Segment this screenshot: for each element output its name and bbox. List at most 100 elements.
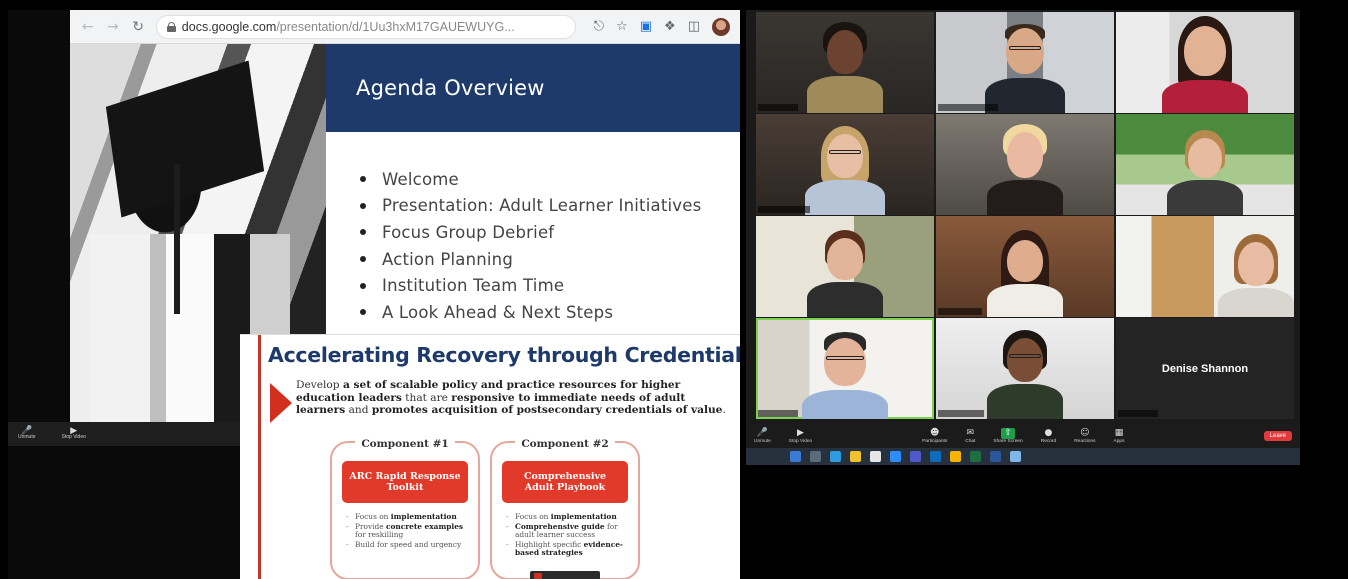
component-points: Focus on implementation Provide concrete…: [346, 512, 474, 550]
participant-tile[interactable]: [936, 216, 1114, 317]
participant-video: [975, 330, 1075, 419]
file-explorer-icon[interactable]: [850, 451, 861, 462]
chrome-icon[interactable]: [950, 451, 961, 462]
participants-label: Participants: [922, 438, 948, 444]
participant-tile[interactable]: [1116, 216, 1294, 317]
profile-avatar[interactable]: [712, 17, 730, 36]
agenda-item-text: Action Planning: [382, 249, 513, 269]
stop-video-label: Stop Video: [788, 438, 813, 444]
agenda-item-text: Presentation: Adult Learner Initiatives: [382, 196, 702, 216]
chat-button[interactable]: ✉ Chat: [965, 428, 975, 445]
glasses: [829, 150, 861, 154]
excel-icon[interactable]: [970, 451, 981, 462]
apps-button[interactable]: ▦ Apps: [1114, 428, 1125, 445]
puzzle-icon[interactable]: ❖: [664, 19, 676, 34]
microphone-icon: 🎤: [756, 427, 768, 438]
component-point: Provide concrete examples for reskilling: [346, 522, 474, 540]
share-screen-icon: ⇧: [1001, 427, 1015, 439]
forward-arrow-icon[interactable]: →: [105, 19, 120, 35]
graduation-cap: [105, 60, 265, 218]
browser-toolbar-icons: ⎋ ☆ ▣ ❖ ◫: [594, 17, 730, 36]
bullet-dot: [360, 202, 366, 209]
share-screen-button[interactable]: ⇧ Share Screen: [993, 427, 1023, 445]
apps-icon: ▦: [1114, 427, 1124, 438]
agenda-title: Agenda Overview: [356, 76, 545, 100]
component-title: ARC Rapid Response Toolkit: [342, 461, 468, 503]
outlook-icon[interactable]: [930, 451, 941, 462]
store-icon[interactable]: [870, 451, 881, 462]
word-icon[interactable]: [990, 451, 1001, 462]
component-point: Build for speed and urgency: [346, 540, 474, 550]
participant-tile[interactable]: [756, 12, 934, 113]
point-text: for reskilling: [355, 530, 404, 540]
zoom-icon[interactable]: [890, 451, 901, 462]
reload-icon[interactable]: ↻: [131, 19, 146, 35]
edge-browser-icon[interactable]: [830, 451, 841, 462]
lock-icon[interactable]: [166, 21, 176, 32]
participants-icon: ☻: [930, 427, 940, 438]
desc-part: that are: [401, 391, 452, 404]
unmute-button[interactable]: 🎤 Unmute: [754, 428, 771, 445]
unmute-label: Unmute: [18, 434, 36, 440]
participant-video: [1155, 130, 1255, 215]
url-host: docs.google.com: [181, 19, 277, 34]
component-label: Component #2: [492, 434, 638, 452]
agenda-item: A Look Ahead & Next Steps: [360, 299, 740, 326]
stop-video-button[interactable]: ▶ Stop Video: [62, 427, 86, 441]
bullet-dot: [360, 229, 366, 236]
url-text[interactable]: docs.google.com/presentation/d/1Uu3hxM17…: [182, 20, 515, 34]
leave-button[interactable]: Leave: [1263, 431, 1292, 441]
participant-tile[interactable]: [936, 318, 1114, 419]
participant-video: [795, 124, 895, 215]
unmute-button[interactable]: 🎤 Unmute: [18, 427, 36, 441]
component-point: Comprehensive guide for adult learner su…: [506, 522, 634, 540]
participant-tile-active-speaker[interactable]: [756, 318, 934, 419]
sidebar-icon[interactable]: ◫: [688, 19, 700, 34]
component-point: Highlight specific evidence-based strate…: [506, 540, 634, 558]
participant-tile[interactable]: [936, 114, 1114, 215]
reactions-button[interactable]: ☺ Reactions: [1074, 428, 1095, 445]
participant-tile[interactable]: [756, 216, 934, 317]
participants-button[interactable]: ☻ Participants: [922, 428, 947, 445]
arc-slide: Accelerating Recovery through Credential…: [240, 334, 740, 579]
teams-icon[interactable]: [910, 451, 921, 462]
participant-video: [1206, 234, 1294, 317]
participant-tile[interactable]: [1116, 12, 1294, 113]
participant-name-tag: [938, 410, 984, 417]
component-label: Component #1: [332, 434, 478, 452]
participant-video: [975, 22, 1075, 113]
stop-video-button[interactable]: ▶ Stop Video: [789, 428, 812, 445]
chat-label: Chat: [965, 438, 976, 444]
participant-name-tag: [938, 308, 982, 315]
start-icon[interactable]: [790, 451, 801, 462]
participant-tile-camera-off[interactable]: Denise Shannon: [1116, 318, 1294, 419]
participant-name: Denise Shannon: [1161, 362, 1249, 375]
point-text: Focus on: [515, 512, 551, 521]
glasses: [1009, 46, 1041, 50]
presenter-toolbar[interactable]: [530, 571, 600, 579]
agenda-list: Welcome Presentation: Adult Learner Init…: [326, 132, 740, 326]
participant-tile[interactable]: [1116, 114, 1294, 215]
participant-name-tag: [758, 104, 798, 111]
record-button[interactable]: ● Record: [1041, 428, 1056, 445]
chat-icon: ✉: [966, 427, 975, 438]
star-icon[interactable]: ☆: [616, 19, 628, 34]
zoom-extension-icon[interactable]: ▣: [640, 19, 652, 34]
participant-tile[interactable]: [936, 12, 1114, 113]
share-icon[interactable]: ⎋: [594, 19, 604, 34]
desc-bold: promotes acquisition of postsecondary cr…: [371, 404, 723, 416]
record-label: Record: [1040, 438, 1057, 444]
agenda-item-text: Institution Team Time: [382, 276, 565, 296]
search-icon[interactable]: [810, 451, 821, 462]
agenda-item: Welcome: [360, 166, 740, 193]
camera-icon: ▶: [797, 427, 804, 438]
participant-name-tag: [758, 410, 798, 417]
agenda-header: Agenda Overview: [326, 44, 740, 132]
back-arrow-icon[interactable]: ←: [80, 19, 95, 35]
component-card: Component #2 Comprehensive Adult Playboo…: [490, 438, 640, 579]
participant-tile[interactable]: [756, 114, 934, 215]
settings-icon[interactable]: [1010, 451, 1021, 462]
bullet-dot: [360, 256, 366, 263]
agenda-item: Focus Group Debrief: [360, 219, 740, 246]
address-bar[interactable]: docs.google.com/presentation/d/1Uu3hxM17…: [155, 14, 576, 39]
